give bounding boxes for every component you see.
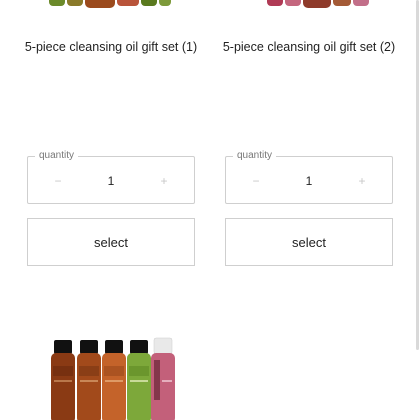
select-button[interactable]: select xyxy=(27,218,195,266)
quantity-value[interactable]: 1 xyxy=(108,171,115,191)
bottle-4 xyxy=(127,340,151,420)
quantity-stepper: quantity − 1 + xyxy=(225,150,393,204)
bottle-1 xyxy=(51,340,75,420)
product-title: 5-piece cleansing oil gift set (1) xyxy=(24,40,198,54)
quantity-increase-button[interactable]: + xyxy=(350,171,374,191)
bottle-2 xyxy=(77,340,101,420)
quantity-decrease-button[interactable]: − xyxy=(46,171,70,191)
product-thumbnail-2[interactable] xyxy=(245,0,371,8)
quantity-increase-button[interactable]: + xyxy=(152,171,176,191)
product-variant-page: 5-piece cleansing oil gift set (1) quant… xyxy=(0,0,420,420)
quantity-label: quantity xyxy=(35,150,79,162)
quantity-value[interactable]: 1 xyxy=(306,171,313,191)
gift-set-product-image[interactable] xyxy=(48,336,176,420)
bottle-5 xyxy=(151,337,175,420)
scrollbar[interactable] xyxy=(415,0,419,420)
product-title: 5-piece cleansing oil gift set (2) xyxy=(222,40,396,54)
quantity-decrease-button[interactable]: − xyxy=(244,171,268,191)
quantity-label: quantity xyxy=(233,150,277,162)
scrollbar-thumb[interactable] xyxy=(416,0,419,350)
bottle-3 xyxy=(102,340,126,420)
product-thumbnail-1[interactable] xyxy=(47,0,173,8)
quantity-stepper: quantity − 1 + xyxy=(27,150,195,204)
select-button[interactable]: select xyxy=(225,218,393,266)
